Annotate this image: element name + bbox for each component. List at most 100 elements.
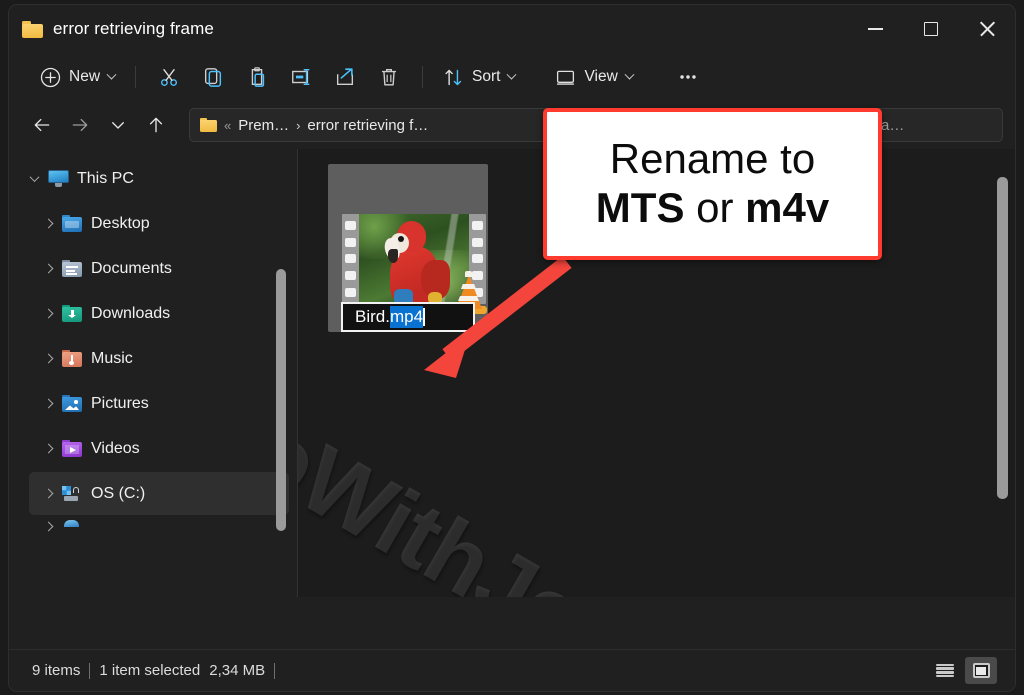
status-item-count: 9 items [32,662,81,679]
pictures-folder-icon [59,395,85,412]
arrow-right-icon [72,118,88,132]
sort-arrows-icon [445,69,462,85]
view-button-label: View [584,68,618,85]
see-more-button[interactable] [666,59,710,95]
maximize-icon [924,22,938,36]
chevron-right-icon[interactable] [37,443,59,454]
status-bar: 9 items 1 item selected 2,34 MB [9,649,1015,691]
sort-button-label: Sort [472,68,501,85]
rename-filename-stem: Bird. [355,307,390,326]
status-divider-2 [274,662,276,679]
toolbar-divider [135,66,137,88]
callout-conjunction: or [684,183,746,231]
local-disk-icon [59,485,85,502]
network-drive-icon [59,518,85,535]
filmstrip-perforations-left [342,214,359,304]
arrow-left-icon [34,118,50,132]
chevron-right-icon[interactable] [37,308,59,319]
sidebar-item-partial[interactable] [29,517,289,535]
rename-filename-extension-selected: mp4 [389,306,424,328]
sidebar-item-label: Pictures [91,394,149,412]
recent-locations-button[interactable] [99,108,137,142]
details-view-icon [936,663,954,678]
callout-line-2: MTS or m4v [595,183,830,231]
paste-icon [251,67,265,87]
folder-icon [200,118,217,132]
breadcrumb-item-1[interactable]: error retrieving f… [307,117,428,134]
rename-icon [292,68,310,86]
sidebar-item-documents[interactable]: Documents [29,247,289,290]
documents-folder-icon [59,260,85,277]
chevron-down-icon[interactable] [23,172,45,183]
content-scrollbar[interactable] [995,177,1009,499]
trash-icon [381,68,397,86]
view-monitor-icon [557,70,575,85]
details-view-button[interactable] [929,657,961,684]
share-icon [336,68,354,86]
folder-icon [22,20,43,38]
content-scrollbar-thumb[interactable] [997,177,1008,499]
sidebar-item-label: Desktop [91,214,150,232]
rename-button[interactable] [279,59,323,95]
sidebar-scrollbar[interactable] [274,269,288,531]
new-button[interactable]: New [31,60,124,94]
plus-circle-icon [40,67,61,87]
cut-button[interactable] [147,59,191,95]
chevron-right-icon[interactable] [37,398,59,409]
window-title: error retrieving frame [53,19,214,38]
breadcrumb-separator: › [296,117,301,133]
sidebar-item-pictures[interactable]: Pictures [29,382,289,425]
this-pc-icon [45,170,71,187]
sort-button[interactable]: Sort [434,60,524,94]
status-info: 9 items 1 item selected 2,34 MB [23,662,276,679]
view-button[interactable]: View [546,60,641,94]
navigation-pane: This PC Desktop Documents Downloads Musi… [9,149,297,597]
chevron-down-icon [106,69,117,80]
sidebar-item-this-pc[interactable]: This PC [15,157,289,200]
callout-line-1: Rename to [609,134,816,182]
up-button[interactable] [137,108,175,142]
sidebar-item-music[interactable]: Music [29,337,289,380]
sidebar-item-videos[interactable]: Videos [29,427,289,470]
callout-format-m4v: m4v [745,183,830,231]
sidebar-item-label: OS (C:) [91,484,146,502]
breadcrumb-item-0[interactable]: Prem… [238,117,289,134]
callout-format-mts: MTS [595,183,685,231]
maximize-button[interactable] [903,5,959,53]
breadcrumb-overflow[interactable]: « [224,118,231,133]
share-button[interactable] [323,59,367,95]
chevron-right-icon[interactable] [37,263,59,274]
back-button[interactable] [23,108,61,142]
chevron-right-icon[interactable] [37,218,59,229]
large-icons-view-icon [972,663,990,678]
sidebar-item-desktop[interactable]: Desktop [29,202,289,245]
forward-button[interactable] [61,108,99,142]
delete-button[interactable] [367,59,411,95]
callout-box: Rename to MTS or m4v [543,108,882,260]
rename-input[interactable]: Bird. mp4 [341,302,475,332]
sidebar-item-label: Downloads [91,304,171,322]
chevron-right-icon[interactable] [37,353,59,364]
chevron-down-icon [624,69,635,80]
ellipsis-icon [680,75,696,79]
sidebar-scrollbar-thumb[interactable] [276,269,286,531]
minimize-button[interactable] [847,5,903,53]
copy-button[interactable] [191,59,235,95]
videos-folder-icon [59,440,85,457]
copy-icon [204,68,222,87]
file-item[interactable]: Bird. mp4 [328,164,488,332]
scissors-icon [160,68,178,86]
sidebar-item-os-c[interactable]: OS (C:) [29,472,289,515]
view-toggle-group [929,657,1001,684]
arrow-up-icon [149,117,163,133]
chevron-right-icon[interactable] [37,488,59,499]
paste-button[interactable] [235,59,279,95]
parrot-illustration [383,221,451,304]
chevron-down-icon [112,122,124,129]
close-button[interactable] [959,5,1015,53]
watermark: VideoWithJens.com [298,299,883,597]
large-icons-view-button[interactable] [965,657,997,684]
chevron-right-icon[interactable] [37,521,59,531]
music-folder-icon [59,350,85,367]
sidebar-item-downloads[interactable]: Downloads [29,292,289,335]
